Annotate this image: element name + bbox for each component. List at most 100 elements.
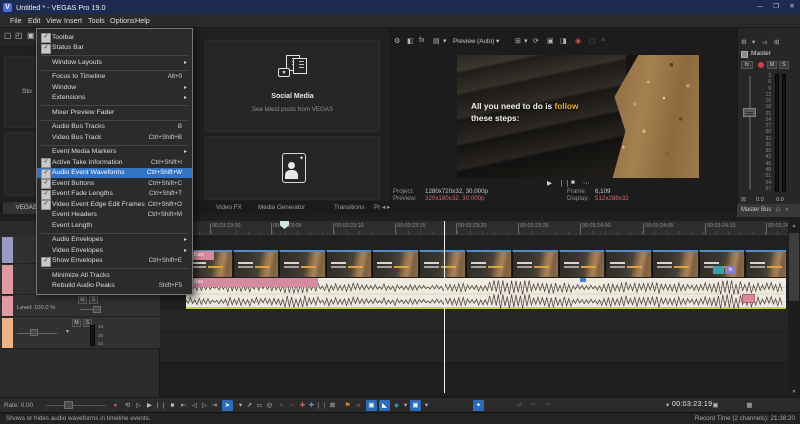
edit-tool-button[interactable]: ➤ — [222, 400, 233, 411]
preview-quality-select[interactable]: Preview (Auto) ▾ — [453, 38, 499, 45]
gray-tool-1[interactable]: ⇄ — [514, 400, 525, 411]
go-to-end-button[interactable]: ⇥ — [209, 400, 220, 411]
effects-button[interactable]: ✦ — [473, 400, 484, 411]
view-menu-item[interactable]: Audio Envelopes — [37, 235, 192, 246]
preview-tool-icon-1[interactable]: ▢ — [589, 37, 596, 45]
video-event[interactable] — [279, 250, 325, 277]
preview-pause-button[interactable]: ❘❘ — [559, 179, 570, 187]
dock-tab[interactable]: Media Generator — [258, 201, 305, 214]
video-event[interactable] — [512, 250, 558, 277]
view-menu-item[interactable]: Mixer Preview Fader — [37, 107, 192, 118]
lock-button[interactable]: ⊠ — [327, 400, 338, 411]
dock-tab[interactable]: Pr — [374, 201, 380, 214]
event-pan-crop-button[interactable] — [713, 266, 724, 274]
timeline-empty-area[interactable] — [160, 363, 788, 397]
dock-tab[interactable]: ▸ — [387, 201, 390, 214]
region-button[interactable]: ‹› — [353, 400, 364, 411]
audio-event[interactable]: it_Bac — [185, 278, 786, 309]
event-fx-button[interactable]: fx — [725, 266, 736, 274]
region-display-icon[interactable]: ▦ — [744, 400, 755, 411]
close-button[interactable]: ✕ — [784, 0, 800, 14]
mute-button[interactable]: M — [72, 319, 81, 327]
view-menu-item[interactable]: Active Take Information Ctrl+Shift+I — [37, 157, 192, 169]
go-to-start-button[interactable]: ⇤ — [178, 400, 189, 411]
view-menu-item[interactable]: Audio Bus Tracks B — [37, 122, 192, 133]
view-menu-item[interactable]: Event Headers Ctrl+Shift+M — [37, 210, 192, 221]
master-fader-handle[interactable] — [743, 108, 756, 117]
menubar-item[interactable]: Insert — [60, 14, 86, 28]
record-video-icon[interactable]: ◉ — [575, 37, 581, 45]
close-icon[interactable]: ✕ — [785, 207, 789, 213]
record-button[interactable]: ● — [110, 400, 121, 411]
external-monitor-icon[interactable]: ▤ — [433, 37, 440, 45]
view-menu-item[interactable]: Window Layouts — [37, 57, 192, 68]
marker-flag-button[interactable]: ⚑ — [342, 400, 353, 411]
save-frame-icon[interactable]: ◨ — [560, 37, 567, 45]
video-event[interactable] — [605, 250, 651, 277]
fader-lock-icon[interactable]: ⊠ — [741, 196, 746, 203]
volume-slider[interactable] — [30, 329, 38, 336]
audio-track-lane[interactable]: it_Bac — [160, 278, 788, 309]
menubar-item[interactable]: File — [6, 14, 26, 28]
meter-options-icon[interactable]: ⊞ — [774, 38, 779, 46]
zoom-tool-button[interactable]: ◎ — [264, 400, 275, 411]
view-menu-item[interactable]: Event Fade Lengths Ctrl+Shift+T — [37, 189, 192, 200]
video-event[interactable] — [558, 250, 605, 277]
stop-button[interactable]: ■ — [167, 400, 178, 411]
preview-more-button[interactable]: ⋯ — [583, 179, 590, 187]
overlay-dropdown-icon[interactable]: ▾ — [524, 37, 528, 45]
video-event[interactable] — [419, 250, 465, 277]
copy-frame-icon[interactable]: ▣ — [547, 37, 554, 45]
master-record-icon[interactable] — [758, 62, 764, 68]
preview-stop-button[interactable]: ■ — [571, 179, 575, 186]
play-button[interactable]: ▶ — [144, 400, 155, 411]
video-event[interactable] — [652, 250, 698, 277]
view-menu-item[interactable]: Window — [37, 82, 192, 93]
scroll-down-icon[interactable]: ▼ — [788, 387, 800, 397]
video-output-fx-icon[interactable]: fx — [419, 37, 424, 44]
view-menu-item[interactable]: Minimize All Tracks — [37, 270, 192, 281]
timeline-vertical-scrollbar[interactable]: ▲ ▼ — [788, 221, 800, 397]
view-menu-item[interactable]: Focus to Timeline Alt+0 — [37, 72, 192, 83]
track-header-audio-3[interactable]: M S ▾ 103654 — [0, 316, 160, 349]
open-project-icon[interactable]: ◰ — [15, 31, 23, 40]
new-project-icon[interactable]: ▢ — [4, 31, 12, 40]
scroll-up-icon[interactable]: ▲ — [788, 221, 800, 231]
video-event[interactable] — [465, 250, 512, 277]
auto-ripple-button[interactable]: ◣ — [379, 400, 390, 411]
loop-preview-icon[interactable]: ⟳ — [533, 37, 539, 45]
master-fx-button[interactable]: fx — [741, 61, 753, 69]
monitor-dropdown-icon[interactable]: ▾ — [443, 37, 447, 45]
timecode-display[interactable]: 00:03:23:19 — [672, 401, 712, 408]
video-event[interactable] — [372, 250, 418, 277]
group-button[interactable]: ▣ — [410, 400, 421, 411]
pause-button[interactable]: ❘❘ — [155, 400, 166, 411]
view-menu-item[interactable]: Video Bus Track Ctrl+Shift+B — [37, 132, 192, 143]
maximize-button[interactable]: ❐ — [768, 0, 784, 14]
creator-card[interactable]: ✦ — [205, 136, 380, 200]
view-menu-item[interactable]: Event Media Markers — [37, 147, 192, 158]
save-project-icon[interactable]: ▣ — [27, 31, 35, 40]
master-solo-button[interactable]: S — [779, 61, 789, 69]
rate-slider-handle[interactable] — [64, 401, 73, 409]
video-event[interactable] — [232, 250, 279, 277]
view-menu-item[interactable]: Toolbar — [37, 32, 192, 44]
view-menu-item[interactable]: Video Envelopes — [37, 245, 192, 256]
view-menu-item[interactable]: Extensions — [37, 93, 192, 104]
dock-tab[interactable]: Video FX — [216, 201, 242, 214]
solo-button[interactable]: S — [89, 296, 98, 304]
split-screen-view-icon[interactable]: ◧ — [407, 37, 414, 45]
view-menu-item[interactable]: Rebuild Audio Peaks Shift+F5 — [37, 281, 192, 292]
audio-event-gain-button[interactable] — [742, 294, 755, 303]
master-mute-button[interactable]: M — [767, 61, 777, 69]
track-level-slider[interactable] — [93, 306, 101, 313]
menubar-item[interactable]: Help — [131, 14, 154, 28]
video-event[interactable] — [325, 250, 372, 277]
pan-caret[interactable]: ▾ — [66, 329, 69, 335]
dock-tab[interactable]: Transitions — [334, 201, 365, 214]
playhead-cursor[interactable] — [444, 221, 445, 393]
view-menu-item[interactable]: Status Bar — [37, 43, 192, 54]
grid-overlay-icon[interactable]: ⊞ — [515, 37, 521, 45]
undo-button[interactable]: ↶ — [528, 400, 539, 411]
view-menu-item[interactable]: Video Event Edge Edit Frames Ctrl+Shift+… — [37, 199, 192, 211]
